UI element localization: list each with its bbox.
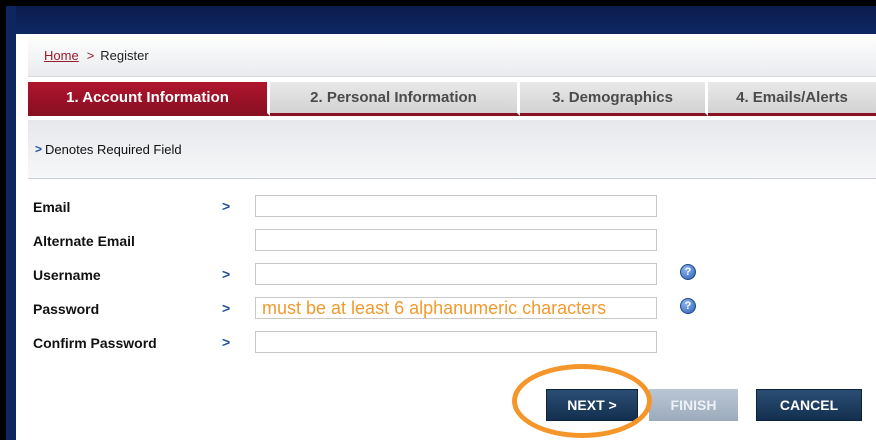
alternate-email-label: Alternate Email <box>33 233 135 249</box>
registration-panel: Home > Register 1. Account Information 2… <box>16 34 876 440</box>
confirm-password-field[interactable] <box>255 331 657 353</box>
breadcrumb: Home > Register <box>28 34 876 77</box>
step-tabs: 1. Account Information 2. Personal Infor… <box>28 82 876 116</box>
confirm-password-label: Confirm Password <box>33 335 157 351</box>
tab-demographics[interactable]: 3. Demographics <box>520 82 708 116</box>
required-field-note: > Denotes Required Field <box>28 120 876 179</box>
username-field[interactable] <box>255 263 657 285</box>
breadcrumb-current: Register <box>100 47 149 63</box>
cancel-button[interactable]: CANCEL <box>756 389 862 421</box>
confirm-password-row: Confirm Password > <box>28 331 876 355</box>
email-label: Email <box>33 199 71 215</box>
left-border <box>6 6 16 440</box>
password-row: Password > must be at least 6 alphanumer… <box>28 297 876 321</box>
window-frame: Home > Register 1. Account Information 2… <box>0 0 876 440</box>
email-row: Email > <box>28 195 876 219</box>
next-button[interactable]: NEXT > <box>546 389 638 421</box>
tab-emails-alerts[interactable]: 4. Emails/Alerts <box>708 82 876 116</box>
password-required-icon: > <box>222 300 231 316</box>
email-field[interactable] <box>255 195 657 217</box>
tab-personal-information[interactable]: 2. Personal Information <box>270 82 520 116</box>
username-help-icon[interactable]: ? <box>680 264 696 280</box>
password-help-icon[interactable]: ? <box>680 298 696 314</box>
breadcrumb-home-link[interactable]: Home <box>44 48 79 63</box>
finish-button[interactable]: FINISH <box>649 389 738 421</box>
username-label: Username <box>33 267 101 283</box>
required-note-text: Denotes Required Field <box>45 141 182 157</box>
username-row: Username > ? <box>28 263 876 287</box>
email-required-icon: > <box>222 198 231 214</box>
alternate-email-field[interactable] <box>255 229 657 251</box>
alternate-email-row: Alternate Email <box>28 229 876 253</box>
breadcrumb-separator: > <box>86 47 95 63</box>
username-required-icon: > <box>222 266 231 282</box>
required-chevron-icon: > <box>35 142 43 156</box>
password-field[interactable]: must be at least 6 alphanumeric characte… <box>255 297 657 319</box>
password-label: Password <box>33 301 100 317</box>
tab-account-information[interactable]: 1. Account Information <box>28 82 270 116</box>
confirm-password-required-icon: > <box>222 334 231 350</box>
